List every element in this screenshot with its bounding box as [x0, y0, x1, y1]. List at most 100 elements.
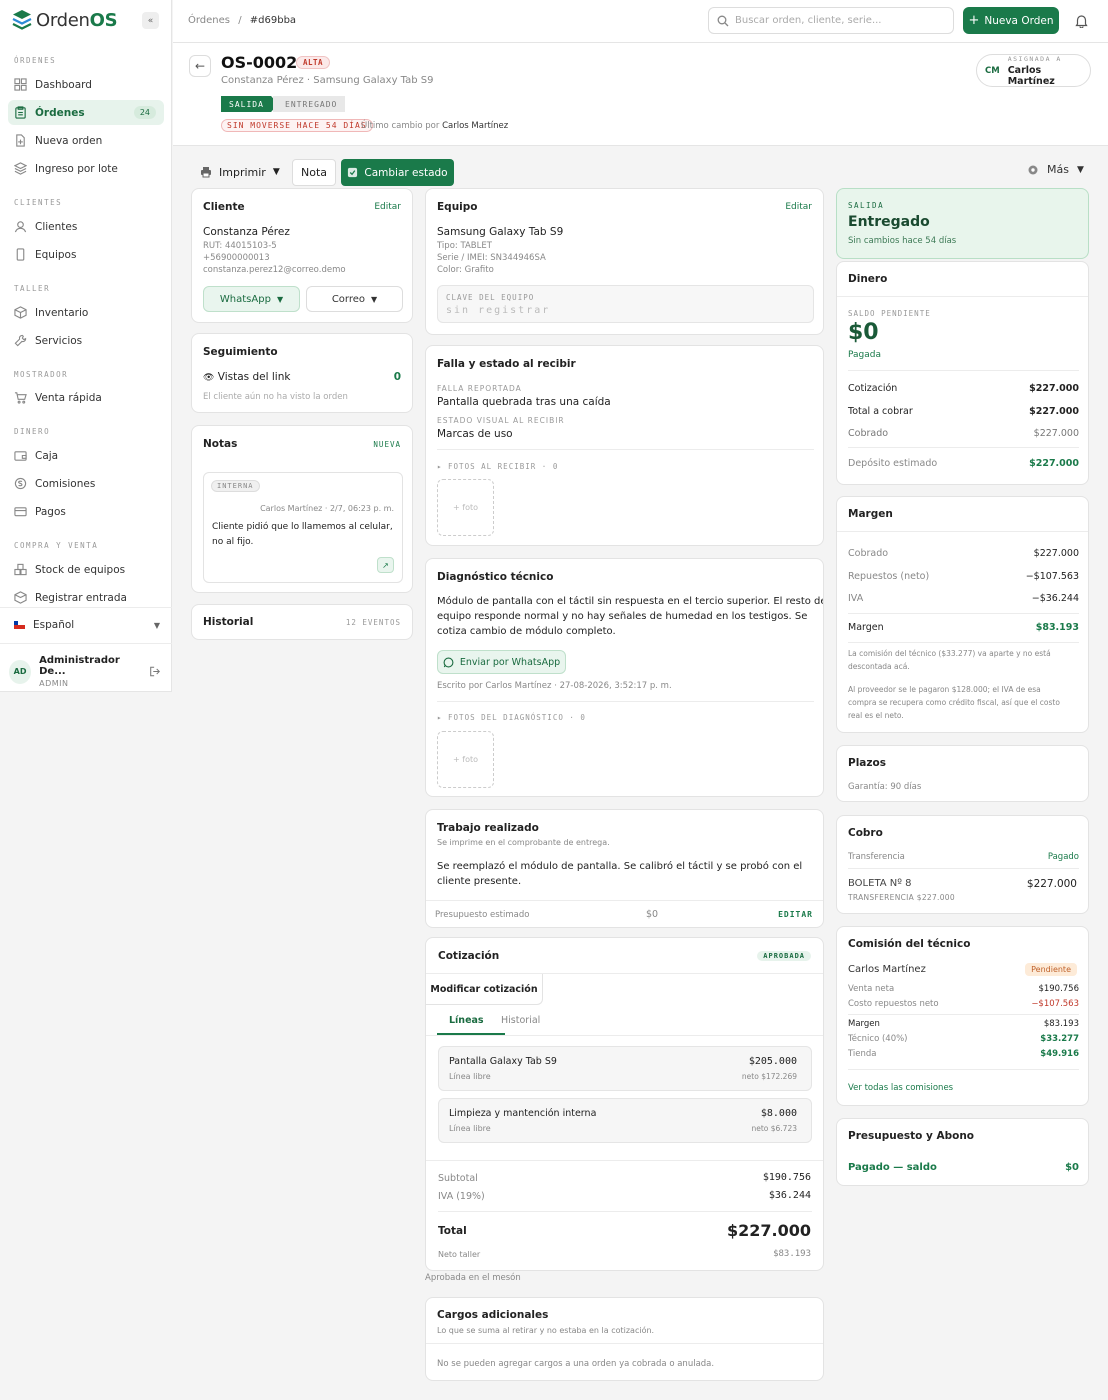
note-button[interactable]: Nota — [292, 159, 336, 186]
quote-approved-note: Aprobada en el mesón — [425, 1273, 521, 1283]
device-color: Color: Grafito — [437, 265, 494, 275]
sidebar-item-dashboard[interactable]: Dashboard — [8, 72, 164, 97]
card-title: Equipo — [437, 201, 478, 213]
wallet-icon — [14, 451, 27, 461]
iva-value: $36.244 — [768, 1190, 811, 1201]
user-menu[interactable]: AD Administrador De... ADMIN — [9, 655, 161, 688]
whatsapp-button[interactable]: WhatsApp ▼ — [203, 286, 300, 312]
language-select[interactable]: Español ▼ — [14, 619, 160, 631]
whatsapp-icon — [443, 657, 454, 667]
add-intake-photo-button[interactable]: + foto — [437, 479, 494, 536]
device-serial: Serie / IMEI: SN344946SA — [437, 253, 546, 263]
margin-row: IVA −$36.244 — [848, 593, 1079, 604]
sidebar-item-servicios[interactable]: Servicios — [8, 328, 164, 353]
note-item: INTERNA Carlos Martínez · 2/7, 06:23 p. … — [203, 472, 403, 583]
view-commissions-link[interactable]: Ver todas las comisiones — [848, 1083, 953, 1093]
back-button[interactable]: ← — [189, 55, 211, 77]
assigned-name: Carlos Martínez — [1007, 64, 1055, 87]
user-name: Administrador De... — [39, 655, 120, 677]
line-type: Línea libre — [449, 1072, 491, 1081]
sidebar-item-venta-rapida[interactable]: Venta rápida — [8, 385, 164, 410]
order-id: OS-0002 — [221, 53, 298, 72]
edit-device-link[interactable]: Editar — [785, 202, 812, 212]
subtotal-label: Subtotal — [438, 1173, 478, 1184]
status-since: Sin cambios hace 54 días — [848, 236, 957, 246]
chevron-down-icon: ▼ — [153, 620, 160, 630]
state-icon — [348, 167, 358, 178]
layers-icon — [14, 162, 27, 175]
quote-line[interactable]: Pantalla Galaxy Tab S9 Línea libre $205.… — [438, 1046, 812, 1091]
bell-icon[interactable] — [1075, 14, 1088, 28]
modify-quote-button[interactable]: Modificar cotización — [426, 974, 543, 1005]
divider — [426, 1343, 823, 1344]
history-card[interactable]: Historial 12 EVENTOS — [191, 604, 413, 640]
divider — [848, 447, 1079, 448]
sidebar-item-pagos[interactable]: Pagos — [8, 499, 164, 524]
note-text-line1: Cliente pidió que lo llamemos al celular… — [212, 522, 393, 532]
more-button[interactable]: Más ▼ — [1027, 163, 1084, 176]
breadcrumb-root[interactable]: Órdenes — [188, 15, 230, 26]
new-order-button[interactable]: + Nueva Orden — [963, 7, 1059, 34]
logout-icon[interactable] — [149, 665, 161, 678]
package-in-icon — [14, 591, 27, 604]
section-title-mostrador: MOSTRADOR — [14, 370, 69, 379]
sidebar-item-ordenes[interactable]: Órdenes 24 — [8, 100, 164, 125]
new-note-link[interactable]: NUEVA — [373, 440, 401, 449]
print-button[interactable]: Imprimir ▼ — [192, 160, 288, 184]
payment-method-row: Transferencia Pagado — [848, 852, 1079, 862]
card-title: Presupuesto y Abono — [848, 1130, 975, 1142]
quote-line[interactable]: Limpieza y mantención interna Línea libr… — [438, 1098, 812, 1143]
margin-row: Cobrado $227.000 — [848, 548, 1079, 559]
sidebar-item-inventario[interactable]: Inventario — [8, 300, 164, 325]
fault-visual-label: ESTADO VISUAL AL RECIBIR — [437, 416, 565, 425]
collapse-sidebar-button[interactable]: « — [142, 12, 159, 29]
note-text-line2: no al fijo. — [212, 537, 254, 547]
open-note-icon[interactable]: ↗ — [377, 557, 394, 573]
budget-deposit-row: Pagado — saldo $0 — [848, 1162, 1079, 1173]
email-button[interactable]: Correo ▼ — [306, 286, 403, 312]
edit-budget-link[interactable]: EDITAR — [778, 910, 813, 919]
sidebar-item-equipos[interactable]: Equipos — [8, 242, 164, 267]
assigned-to[interactable]: CM ASIGNADA A Carlos Martínez — [976, 54, 1091, 87]
work-card: Trabajo realizado Se imprime en el compr… — [425, 809, 824, 928]
divider — [426, 1035, 823, 1036]
brand-logo[interactable]: OrdenOS — [12, 9, 118, 31]
send-whatsapp-button[interactable]: Enviar por WhatsApp — [437, 650, 566, 674]
card-title: Comisión del técnico — [848, 938, 971, 950]
total-value: $227.000 — [726, 1221, 811, 1240]
tab-history[interactable]: Historial — [501, 1015, 540, 1026]
breadcrumb: Órdenes / #d69bba — [188, 15, 297, 26]
line-price: $8.000 — [760, 1108, 797, 1119]
priority-badge: ALTA — [296, 56, 331, 69]
status-stage: SALIDA — [848, 201, 885, 210]
card-title: Cargos adicionales — [437, 1309, 549, 1321]
commission-tech: Carlos Martínez — [848, 964, 926, 975]
diagnosis-line1: Módulo de pantalla con el táctil sin res… — [437, 596, 824, 607]
fault-reported: Pantalla quebrada tras una caída — [437, 396, 611, 408]
sidebar-item-stock-equipos[interactable]: Stock de equipos — [8, 557, 164, 582]
sidebar-item-comisiones[interactable]: Comisiones — [8, 471, 164, 496]
sidebar-item-label: Inventario — [35, 306, 89, 319]
client-card: Cliente Editar Constanza Pérez RUT: 4401… — [191, 188, 413, 323]
assigned-avatar: CM — [985, 65, 1000, 76]
change-state-button[interactable]: Cambiar estado — [341, 159, 454, 186]
sidebar-item-clientes[interactable]: Clientes — [8, 214, 164, 239]
sidebar-item-nueva-orden[interactable]: Nueva orden — [8, 128, 164, 153]
tab-lines[interactable]: Líneas — [449, 1015, 484, 1026]
add-diagnosis-photo-button[interactable]: + foto — [437, 731, 494, 788]
deposit-row: Depósito estimado $227.000 — [848, 458, 1079, 469]
balance-label: SALDO PENDIENTE — [848, 309, 931, 318]
edit-client-link[interactable]: Editar — [374, 202, 401, 212]
commission-row: Técnico (40%) $33.277 — [848, 1034, 1079, 1044]
sidebar-item-caja[interactable]: Caja — [8, 443, 164, 468]
money-row: Cotización $227.000 — [848, 383, 1079, 394]
card-title: Dinero — [848, 273, 888, 285]
margin-note-line: compra se recupera como crédito fiscal, … — [848, 698, 1060, 707]
sidebar-item-label: Venta rápida — [35, 391, 102, 404]
eye-icon: 👁 — [203, 373, 215, 383]
sidebar-item-ingreso-lote[interactable]: Ingreso por lote — [8, 156, 164, 181]
payment-card: Cobro Transferencia Pagado BOLETA Nº 8 TR… — [836, 815, 1089, 914]
gear-icon — [1028, 165, 1038, 174]
search-input[interactable] — [735, 15, 935, 26]
search-box[interactable] — [708, 7, 954, 34]
